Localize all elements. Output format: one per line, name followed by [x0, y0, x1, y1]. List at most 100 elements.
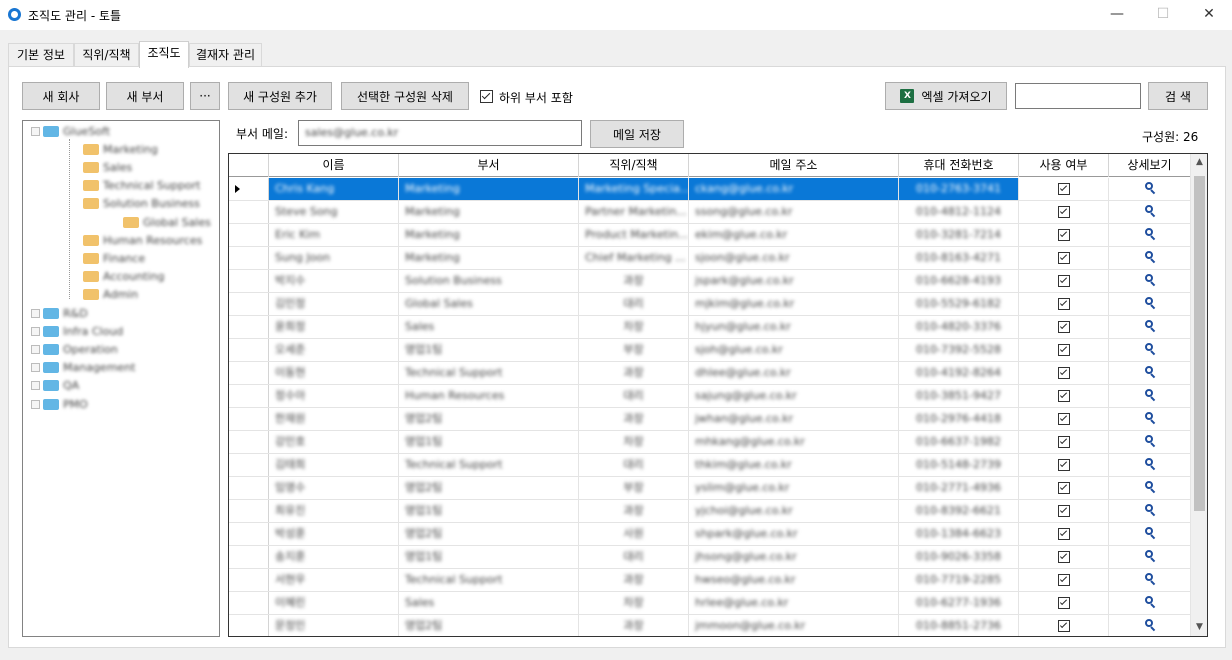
cell-phone[interactable]: 010-6277-1936 [899, 592, 1019, 614]
cell-active[interactable] [1019, 477, 1109, 499]
tree-node[interactable]: GlueSoft [31, 123, 110, 139]
cell-name[interactable]: Sung Joon [269, 247, 399, 269]
table-row[interactable]: 최유진 영업1팀 과장 yjchoi@glue.co.kr 010-8392-6621 [229, 500, 1191, 523]
cell-phone[interactable]: 010-7719-2285 [899, 569, 1019, 591]
cell-phone[interactable]: 010-4812-1124 [899, 201, 1019, 223]
cell-active[interactable] [1019, 408, 1109, 430]
row-header[interactable] [229, 293, 269, 315]
table-row[interactable]: 임영수 영업2팀 부장 yslim@glue.co.kr 010-2771-4936 [229, 477, 1191, 500]
cell-name[interactable]: Chris Kang [269, 178, 399, 200]
cell-name[interactable]: 오세준 [269, 339, 399, 361]
tree-node[interactable]: R&D [31, 305, 88, 321]
members-grid[interactable]: 이름 부서 직위/직책 메일 주소 휴대 전화번호 사용 여부 상세보기 Chris Kan… [228, 153, 1208, 637]
active-checkbox[interactable] [1057, 390, 1070, 402]
cell-phone[interactable]: 010-7392-5528 [899, 339, 1019, 361]
cell-position[interactable]: 차장 [579, 431, 689, 453]
save-mail-button[interactable]: 메일 저장 [590, 120, 684, 148]
row-header[interactable] [229, 523, 269, 545]
cell-position[interactable]: 대리 [579, 385, 689, 407]
magnifier-icon[interactable] [1144, 412, 1156, 425]
cell-phone[interactable]: 010-6637-1982 [899, 431, 1019, 453]
active-checkbox[interactable] [1057, 551, 1070, 563]
tab-approver-management[interactable]: 결재자 관리 [189, 43, 262, 67]
cell-position[interactable]: 사원 [579, 523, 689, 545]
active-checkbox[interactable] [1057, 321, 1070, 333]
cell-phone[interactable]: 010-5529-6182 [899, 293, 1019, 315]
magnifier-icon[interactable] [1144, 182, 1156, 195]
magnifier-icon[interactable] [1144, 297, 1156, 310]
minimize-button[interactable]: — [1094, 0, 1140, 30]
cell-details[interactable] [1109, 500, 1191, 522]
cell-details[interactable] [1109, 592, 1191, 614]
cell-active[interactable] [1019, 224, 1109, 246]
cell-active[interactable] [1019, 615, 1109, 636]
cell-email[interactable]: mjkim@glue.co.kr [689, 293, 899, 315]
magnifier-icon[interactable] [1144, 550, 1156, 563]
cell-position[interactable]: 과장 [579, 615, 689, 636]
col-header-details[interactable]: 상세보기 [1109, 154, 1191, 177]
table-row[interactable]: 김태희 Technical Support 대리 thkim@glue.co.kr 01… [229, 454, 1191, 477]
col-header-position[interactable]: 직위/직책 [579, 154, 689, 177]
cell-email[interactable]: shpark@glue.co.kr [689, 523, 899, 545]
magnifier-icon[interactable] [1144, 573, 1156, 586]
cell-email[interactable]: mhkang@glue.co.kr [689, 431, 899, 453]
cell-details[interactable] [1109, 178, 1191, 200]
cell-name[interactable]: 이동현 [269, 362, 399, 384]
cell-phone[interactable]: 010-8851-2736 [899, 615, 1019, 636]
tree-expander-icon[interactable] [31, 363, 40, 373]
magnifier-icon[interactable] [1144, 435, 1156, 448]
cell-email[interactable]: sajung@glue.co.kr [689, 385, 899, 407]
cell-details[interactable] [1109, 615, 1191, 636]
cell-department[interactable]: 영업2팀 [399, 615, 579, 636]
magnifier-icon[interactable] [1144, 504, 1156, 517]
active-checkbox[interactable] [1057, 597, 1070, 609]
row-header[interactable] [229, 339, 269, 361]
cell-email[interactable]: yjchoi@glue.co.kr [689, 500, 899, 522]
cell-active[interactable] [1019, 270, 1109, 292]
cell-email[interactable]: hjyun@glue.co.kr [689, 316, 899, 338]
row-header[interactable] [229, 592, 269, 614]
cell-details[interactable] [1109, 362, 1191, 384]
cell-phone[interactable]: 010-3281-7214 [899, 224, 1019, 246]
tree-node[interactable]: Marketing [71, 141, 158, 157]
scroll-thumb[interactable] [1194, 176, 1205, 511]
active-checkbox[interactable] [1057, 344, 1070, 356]
cell-department[interactable]: 영업2팀 [399, 523, 579, 545]
tree-expander-icon[interactable] [31, 326, 40, 336]
cell-name[interactable]: 박지수 [269, 270, 399, 292]
cell-email[interactable]: hwseo@glue.co.kr [689, 569, 899, 591]
table-row[interactable]: 강민호 영업1팀 차장 mhkang@glue.co.kr 010-6637-1982 [229, 431, 1191, 454]
cell-email[interactable]: ssong@glue.co.kr [689, 201, 899, 223]
grid-vertical-scrollbar[interactable]: ▲ ▼ [1190, 154, 1207, 636]
new-company-button[interactable]: 새 회사 [22, 82, 100, 110]
magnifier-icon[interactable] [1144, 274, 1156, 287]
cell-department[interactable]: Sales [399, 316, 579, 338]
magnifier-icon[interactable] [1144, 251, 1156, 264]
tree-node[interactable]: Sales [71, 159, 132, 175]
active-checkbox[interactable] [1057, 298, 1070, 310]
cell-details[interactable] [1109, 293, 1191, 315]
active-checkbox[interactable] [1057, 413, 1070, 425]
active-checkbox[interactable] [1057, 183, 1070, 195]
scroll-up-arrow-icon[interactable]: ▲ [1191, 154, 1207, 171]
cell-email[interactable]: ckang@glue.co.kr [689, 178, 899, 200]
active-checkbox[interactable] [1057, 505, 1070, 517]
cell-department[interactable]: Marketing [399, 201, 579, 223]
cell-active[interactable] [1019, 201, 1109, 223]
cell-department[interactable]: Technical Support [399, 569, 579, 591]
cell-name[interactable]: Steve Song [269, 201, 399, 223]
department-mail-input[interactable]: sales@glue.co.kr [298, 120, 582, 146]
cell-name[interactable]: 한재원 [269, 408, 399, 430]
search-input[interactable] [1015, 83, 1141, 109]
cell-phone[interactable]: 010-2976-4418 [899, 408, 1019, 430]
cell-name[interactable]: 서현우 [269, 569, 399, 591]
active-checkbox[interactable] [1057, 574, 1070, 586]
magnifier-icon[interactable] [1144, 458, 1156, 471]
cell-position[interactable]: 부장 [579, 339, 689, 361]
active-checkbox[interactable] [1057, 367, 1070, 379]
cell-details[interactable] [1109, 316, 1191, 338]
tree-node[interactable]: Infra Cloud [31, 323, 123, 339]
row-header[interactable] [229, 270, 269, 292]
delete-selected-members-button[interactable]: 선택한 구성원 삭제 [341, 82, 469, 110]
cell-department[interactable]: Marketing [399, 178, 579, 200]
